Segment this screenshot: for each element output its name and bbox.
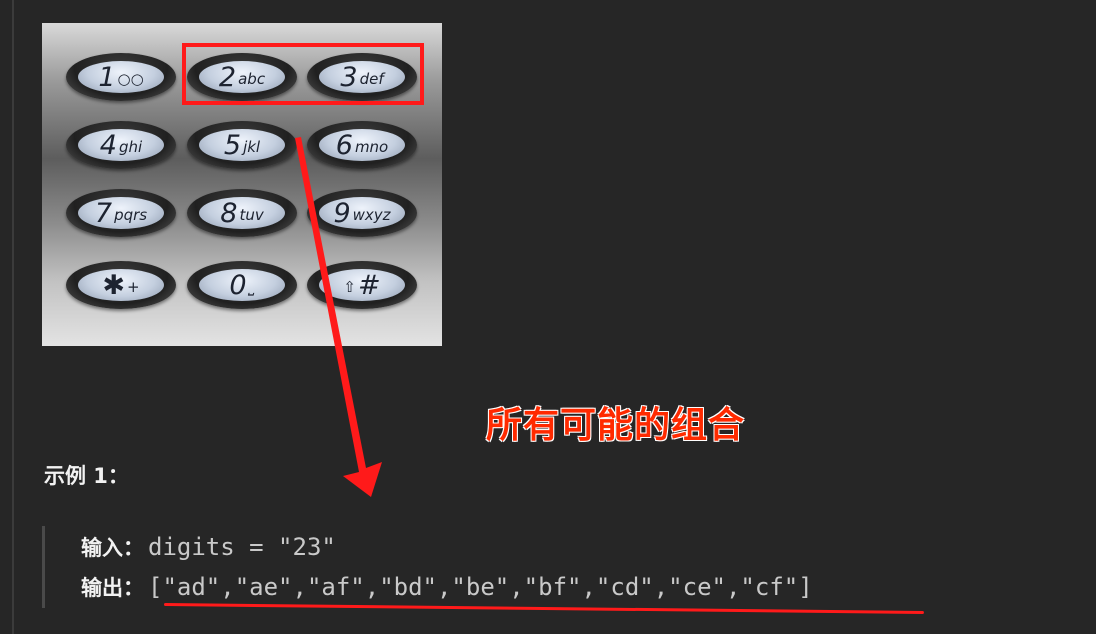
key-4-letters: ghi — [118, 137, 143, 156]
key-9-digit: 9 — [333, 197, 351, 229]
key-7: 7 pqrs — [66, 189, 176, 237]
key-6-digit: 6 — [335, 129, 353, 161]
input-line: 输入： digits = "23" — [81, 532, 336, 562]
shift-icon: ⇧ — [343, 277, 356, 296]
left-border — [12, 0, 14, 634]
key-8-letters: tuv — [239, 205, 264, 224]
keys-2-3-highlight-box — [182, 43, 424, 105]
all-combinations-annotation: 所有可能的组合 — [486, 405, 746, 446]
key-4-digit: 4 — [99, 129, 117, 161]
page: 1 ○○ 2 abc 3 def 4 ghi 5 jkl 6 mno 7 pqrs 8 tuv … — [0, 0, 1096, 634]
input-label: 输入： — [81, 536, 144, 560]
key-hash: ⇧ # — [307, 261, 417, 309]
output-label: 输出： — [81, 576, 144, 600]
key-8: 8 tuv — [187, 189, 297, 237]
output-line: 输出： ["ad","ae","af","bd","be","bf","cd",… — [81, 572, 813, 602]
hash-icon: # — [357, 269, 381, 301]
key-1: 1 ○○ — [66, 53, 176, 101]
star-icon: ✱ — [102, 269, 126, 301]
space-icon: ⎵ — [248, 277, 255, 296]
key-9: 9 wxyz — [307, 189, 417, 237]
key-8-digit: 8 — [220, 197, 238, 229]
key-5: 5 jkl — [187, 121, 297, 169]
key-6-letters: mno — [354, 137, 389, 156]
key-5-letters: jkl — [243, 137, 261, 156]
input-value: digits = "23" — [148, 533, 336, 561]
output-value: ["ad","ae","af","bd","be","bf","cd","ce"… — [148, 573, 813, 601]
key-9-letters: wxyz — [352, 205, 391, 224]
voicemail-icon: ○○ — [117, 69, 144, 88]
key-5-digit: 5 — [223, 129, 242, 161]
example-heading: 示例 1： — [44, 464, 129, 488]
key-4: 4 ghi — [66, 121, 176, 169]
key-7-letters: pqrs — [114, 205, 148, 224]
key-0-digit: 0 — [229, 269, 247, 301]
key-6: 6 mno — [307, 121, 417, 169]
example-blockquote: 输入： digits = "23" 输出： ["ad","ae","af","b… — [42, 526, 1005, 608]
key-1-digit: 1 — [98, 61, 116, 93]
key-star: ✱ + — [66, 261, 176, 309]
plus-icon: + — [127, 277, 140, 296]
key-0: 0 ⎵ — [187, 261, 297, 309]
key-7-digit: 7 — [94, 197, 113, 229]
